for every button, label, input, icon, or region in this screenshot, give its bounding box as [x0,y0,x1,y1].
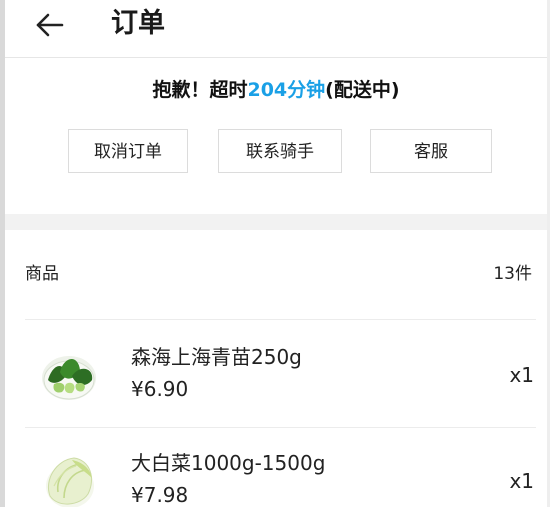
napa-cabbage-icon [46,457,94,507]
item-name: 森海上海青苗250g [131,345,302,369]
cancel-order-button[interactable]: 取消订单 [68,129,188,173]
status-overtime: 204分钟 [247,79,326,101]
goods-count: 13件 [493,264,532,284]
item-name: 大白菜1000g-1500g [131,451,326,475]
item-price: ¥6.90 [131,377,189,401]
customer-service-button[interactable]: 客服 [370,129,492,173]
item-price: ¥7.98 [131,483,189,507]
goods-label: 商品 [25,264,59,284]
delivery-status: 抱歉！超时204分钟(配送中) [5,76,547,104]
list-item[interactable]: 大白菜1000g-1500g ¥7.98 x1 [0,428,550,507]
header-bar: 订单 [5,0,547,58]
back-button[interactable] [33,8,67,42]
order-page: 订单 抱歉！超时204分钟(配送中) 取消订单 联系骑手 客服 商品 13件 森… [0,0,550,507]
arrow-left-icon [36,13,64,37]
status-suffix: (配送中) [325,79,400,101]
item-quantity: x1 [509,363,534,387]
list-item[interactable]: 森海上海青苗250g ¥6.90 x1 [0,320,550,420]
page-title: 订单 [111,8,165,39]
contact-rider-button[interactable]: 联系骑手 [218,129,342,173]
section-divider [5,214,547,230]
status-prefix: 抱歉！超时 [152,79,248,101]
item-quantity: x1 [509,469,534,493]
bok-choy-icon [42,356,96,400]
